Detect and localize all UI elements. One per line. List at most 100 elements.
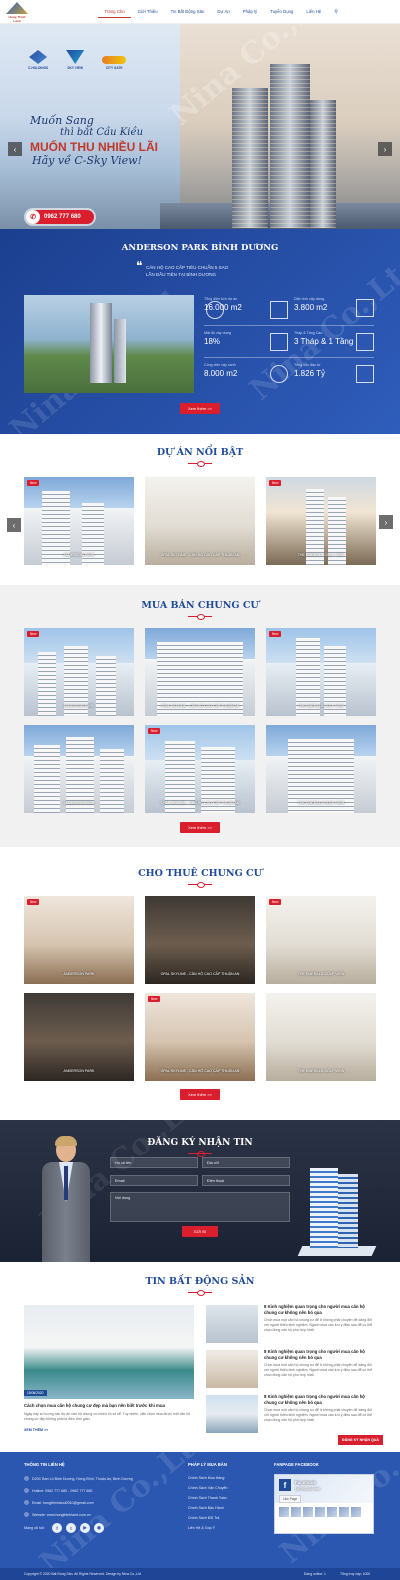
listing-caption: ANDERSON PARK [63,1069,95,1073]
hero-slider: C-HOLDINGS SKY VIEW CITY GATE Muốn Sang … [0,24,400,229]
twitter-icon[interactable]: t [66,1523,76,1533]
park-icon [270,365,288,383]
globe-icon [24,1512,29,1517]
hotline-button[interactable]: ✆ 0962 777 680 [26,210,94,224]
listing-card[interactable]: THE EMERALD GOLF VIEW [266,993,376,1081]
news-thumb[interactable] [206,1395,258,1433]
listing-card[interactable]: New THE EMERALD GOLF VIEW [266,896,376,984]
stat-item: Tổng diện tích dự án 16.000 m2 [204,297,242,312]
listing-card[interactable]: ANDERSON PARK [24,993,134,1081]
news-main-image[interactable] [24,1305,194,1399]
news-item-title[interactable]: 8 Kinh nghiệm quan trọng cho người mua c… [264,1394,376,1406]
nav-item-projects[interactable]: Dự Án [211,9,236,18]
listing-caption: THE EMERALD GOLF VIEW [297,1069,345,1073]
facebook-icon[interactable]: f [52,1523,62,1533]
view-more-button[interactable]: Xem thêm >> [180,822,220,833]
copyright-bar: Copyright © 2020 Bất Động Sản. All Right… [0,1568,400,1580]
nav-item-news[interactable]: Tin Bất Động Sản [164,9,211,18]
news-main-desc: Ngày nay số lượng các dự án căn hộ chung… [24,1412,191,1421]
name-input[interactable]: Họ và tên [110,1157,198,1168]
news-thumb[interactable] [206,1350,258,1388]
project-card[interactable]: New ANDERSON PARK [24,477,134,565]
project-caption: THE EMERALD GOLF VIEW [297,553,345,557]
slogan-line: Hãy về C-Sky View! [32,154,142,167]
listing-card[interactable]: ANDERSON PARK [24,725,134,813]
nav-item-home[interactable]: Trang Chủ [98,9,132,18]
project-card[interactable]: OPAL SKYLINE - CĂN HỘ CAO CẤP THUẬN AN [145,477,255,565]
news-main-title[interactable]: Cách chọn mua căn hộ chung cư đẹp mà bạn… [24,1403,194,1409]
slider-prev-button[interactable]: ‹ [8,142,22,156]
new-badge: New [148,728,161,734]
phone-icon: ✆ [26,210,40,224]
carousel-prev-button[interactable]: ‹ [7,518,21,532]
nav-item-careers[interactable]: Tuyển Dụng [264,9,300,18]
mail-icon [24,1500,29,1505]
listing-card[interactable]: OPAL SKYLINE - CĂN HỘ CAO CẤP THUẬN AN [145,628,255,716]
view-more-button[interactable]: Xem thêm >> [180,403,220,414]
submit-button[interactable]: GỬI ĐI [182,1226,218,1237]
nav-item-contact[interactable]: Liên Hệ [300,9,328,18]
footer-link[interactable]: Chính Sách Vận Chuyển [188,1486,228,1490]
fb-like-button[interactable]: Like Page [279,1495,302,1503]
visit-counter: Tổng truy cập: 1000 [340,1572,371,1576]
project-card[interactable]: New THE EMERALD GOLF VIEW [266,477,376,565]
phone-icon [24,1488,29,1493]
title-ornament [188,1151,212,1157]
news-item-title[interactable]: 8 Kinh nghiệm quan trọng cho người mua c… [264,1304,376,1316]
news-more-link[interactable]: XEM THÊM >> [24,1428,48,1432]
footer-link[interactable]: Chính Sách Đổi Trả [188,1516,219,1520]
footer-hotline[interactable]: Hotline: 0962 777 680 - 0962 777 680 [24,1488,92,1493]
brand-logo: C-HOLDINGS [28,50,48,70]
new-badge: New [269,480,282,486]
listing-card[interactable]: THE EMERALD GOLF VIEW [266,725,376,813]
footer-website[interactable]: Website: www.hungthinhland.com.vn [24,1512,91,1517]
project-caption: OPAL SKYLINE - CĂN HỘ CAO CẤP THUẬN AN [160,553,240,557]
divider [204,357,374,358]
listing-card[interactable]: New ANDERSON PARK [24,628,134,716]
email-input[interactable]: Email [110,1175,198,1186]
listing-card[interactable]: New OPAL SKYLINE - CĂN HỘ CAO CẤP THUẬN … [145,725,255,813]
footer-heading: THÔNG TIN LIÊN HỆ [24,1462,65,1467]
facebook-page-widget[interactable]: f Facebook 145,893,064 likes Like Page [274,1474,374,1534]
address-input[interactable]: Địa chỉ [202,1157,290,1168]
section-title: DỰ ÁN NỔI BẬT [156,447,244,458]
listing-caption: ANDERSON PARK [63,704,95,708]
message-textarea[interactable]: Nội dung [110,1192,290,1222]
footer-link[interactable]: Chính Sách Thanh Toán [188,1496,227,1500]
logo-text: Hưng Thịnh Land [8,15,26,23]
listing-card[interactable]: New OPAL SKYLINE - CĂN HỘ CAO CẤP THUẬN … [145,993,255,1081]
stat-item: Tổng vốn đầu tư 1.826 Tỷ [294,363,325,378]
fb-like-count: 145,893,064 likes [295,1487,320,1491]
anderson-park-section: Nina Co.,Ltd Nina Co.,Ltd ANDERSON PARK … [0,229,400,434]
slider-next-button[interactable]: › [378,142,392,156]
footer-email[interactable]: Email: hungthinhland2010@gmail.com [24,1500,94,1505]
youtube-icon[interactable]: ▶ [80,1523,90,1533]
view-more-button[interactable]: Xem thêm >> [180,1089,220,1100]
carousel-next-button[interactable]: › [379,515,393,529]
listing-card[interactable]: OPAL SKYLINE - CĂN HỘ CAO CẤP THUẬN AN [145,896,255,984]
instagram-icon[interactable]: ◉ [94,1523,104,1533]
phone-input[interactable]: Điện thoại [202,1175,290,1186]
register-gift-button[interactable]: ĐĂNG KÝ NHẬN QUÀ [338,1435,383,1445]
footer-link[interactable]: Chính Sách Mua Hàng [188,1476,224,1480]
nav-item-about[interactable]: Giới Thiệu [131,9,164,18]
news-item-title[interactable]: 8 Kinh nghiệm quan trọng cho người mua c… [264,1349,376,1361]
site-logo[interactable]: Hưng Thịnh Land [6,2,28,23]
listing-card[interactable]: New THE EMERALD GOLF VIEW [266,628,376,716]
search-icon[interactable]: ⚲ [328,9,345,18]
crane-icon [270,333,288,351]
new-badge: New [27,631,40,637]
news-item-desc: Chọn mua một căn hộ chung cư để ở không … [264,1318,373,1332]
news-thumb[interactable] [206,1305,258,1343]
footer-link[interactable]: Chính Sách Bảo Hành [188,1506,224,1510]
footer-address: D20C Bạn Lộ Bình Dương, Hưng Định, Thuận… [24,1476,133,1481]
listing-card[interactable]: New ANDERSON PARK [24,896,134,984]
hotline-number: 0962 777 680 [44,214,81,220]
main-nav: Trang Chủ Giới Thiệu Tin Bất Động Sản Dự… [98,9,344,18]
title-ornament [188,614,212,620]
logo-mark-icon [6,2,28,14]
footer-link[interactable]: Liên Hệ & Góp Ý [188,1526,215,1530]
hero-brand-logos: C-HOLDINGS SKY VIEW CITY GATE [28,50,127,70]
stat-item: Diện tích xây dựng 3.800 m2 [294,297,328,312]
nav-item-legal[interactable]: Pháp lý [236,9,263,18]
